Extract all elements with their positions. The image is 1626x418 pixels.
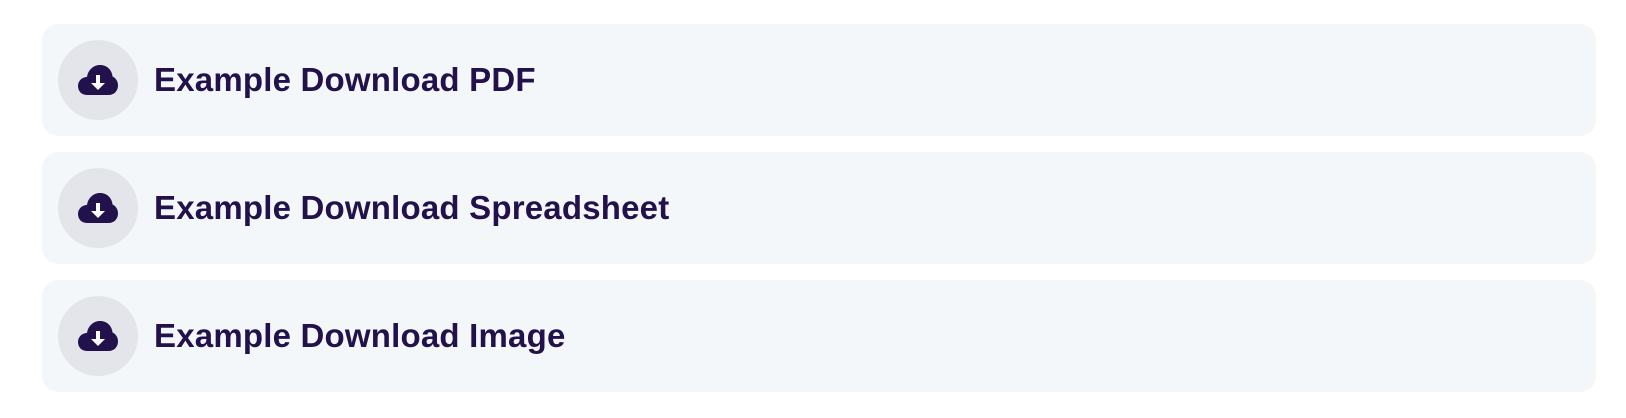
download-item-label: Example Download Image (154, 317, 566, 354)
download-item-image[interactable]: Example Download Image (42, 280, 1596, 392)
download-item-spreadsheet[interactable]: Example Download Spreadsheet (42, 152, 1596, 264)
icon-badge (58, 168, 138, 248)
cloud-download-icon (78, 65, 118, 95)
icon-badge (58, 296, 138, 376)
download-list: Example Download PDF Example Download Sp… (42, 24, 1596, 392)
cloud-download-icon (78, 321, 118, 351)
download-item-label: Example Download PDF (154, 61, 536, 98)
download-item-pdf[interactable]: Example Download PDF (42, 24, 1596, 136)
download-item-label: Example Download Spreadsheet (154, 189, 670, 226)
cloud-download-icon (78, 193, 118, 223)
icon-badge (58, 40, 138, 120)
